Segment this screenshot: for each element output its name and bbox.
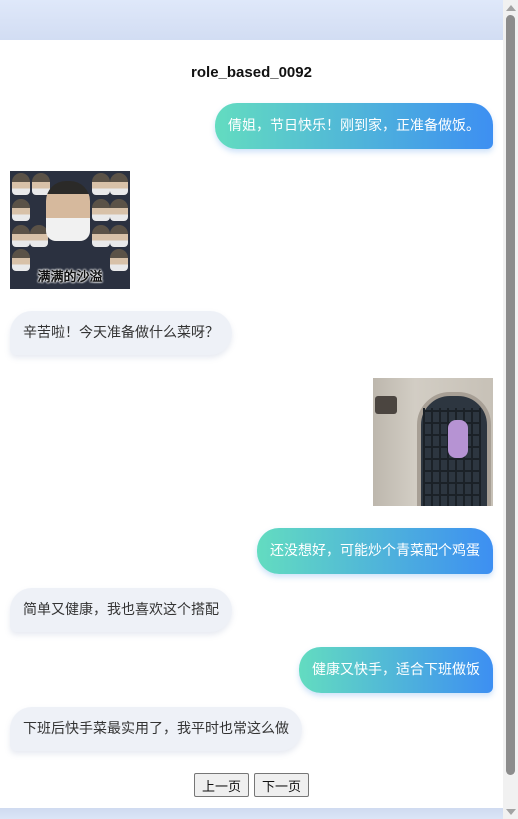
vertical-scrollbar[interactable] [503,0,518,819]
sticker-caption: 满满的沙溢 [37,270,103,285]
scrollbar-thumb[interactable] [506,15,515,775]
user-message: 倩姐，节日快乐！刚到家，正准备做饭。 [215,103,493,149]
bottom-background [0,808,503,819]
scroll-up-arrow-icon[interactable] [506,5,516,11]
bot-message: 简单又健康，我也喜欢这个搭配 [10,588,232,632]
pagination: 上一页 下一页 [0,773,503,797]
chat-card: role_based_0092 倩姐，节日快乐！刚到家，正准备做饭。 满满的沙溢… [0,40,503,808]
user-message: 健康又快手，适合下班做饭 [299,647,493,693]
prev-page-button[interactable]: 上一页 [193,773,249,797]
bot-message: 辛苦啦！今天准备做什么菜呀？ [10,311,232,355]
next-page-button[interactable]: 下一页 [254,773,310,797]
bot-sticker-image[interactable]: 满满的沙溢 [10,171,130,289]
scroll-down-arrow-icon[interactable] [506,809,516,815]
user-photo-image[interactable] [373,378,493,506]
bot-message: 下班后快手菜最实用了，我平时也常这么做 [10,707,302,751]
page-title: role_based_0092 [191,64,312,81]
top-background [0,0,503,40]
user-message: 还没想好，可能炒个青菜配个鸡蛋 [257,528,493,574]
